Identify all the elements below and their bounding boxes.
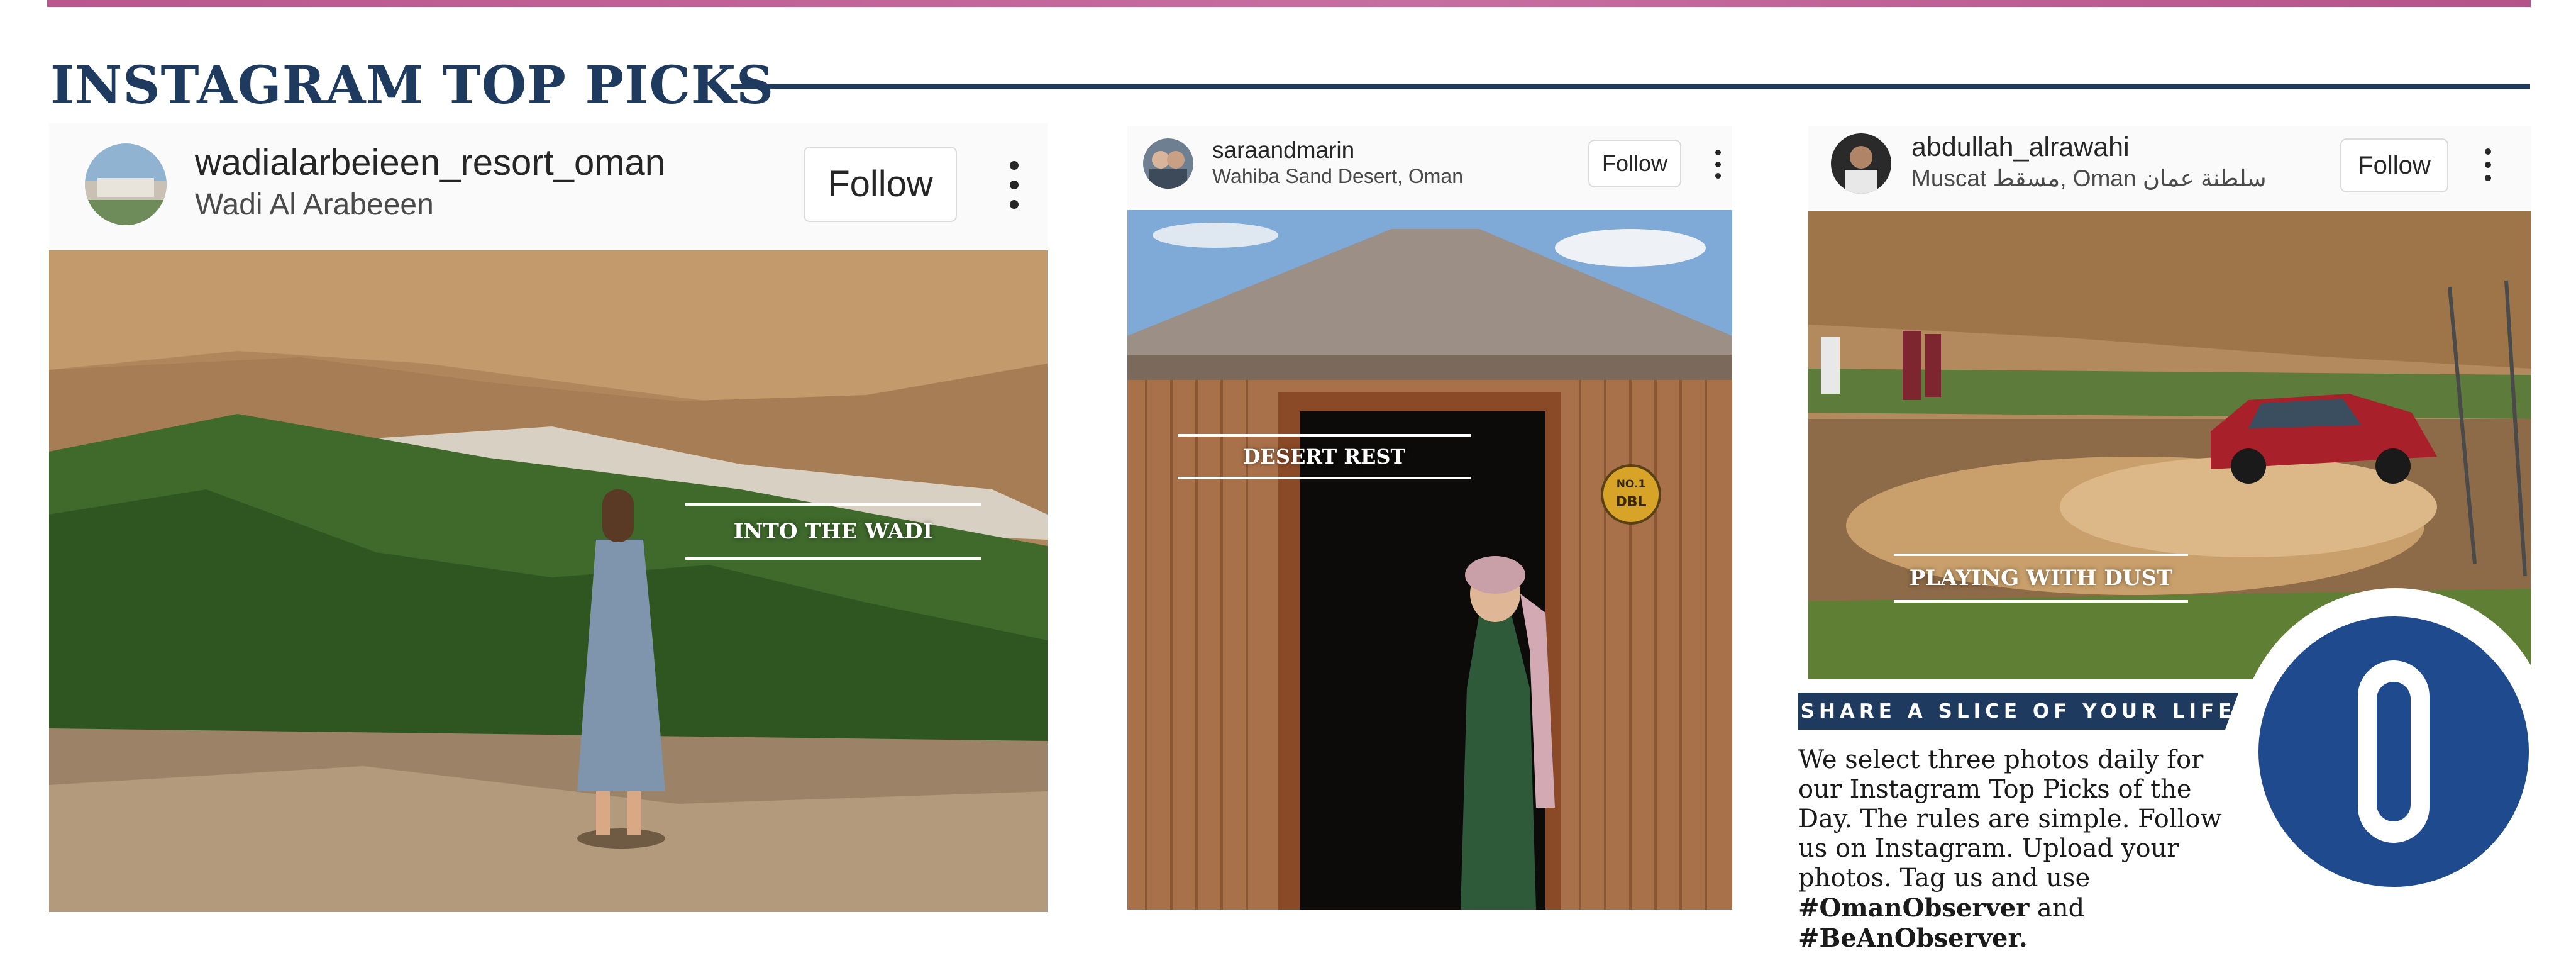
room-sign-label: DBL [1615,494,1647,510]
hashtag-connector: and [2029,894,2085,923]
post-1-follow-button[interactable]: Follow [804,147,957,222]
post-3-username[interactable]: abdullah_alrawahi [1911,132,2130,163]
more-vertical-icon[interactable] [1711,150,1724,179]
section-title-rule [731,84,2530,89]
post-1-caption: INTO THE WADI [685,503,981,560]
post-1-username[interactable]: wadialarbeieen_resort_oman [195,142,665,184]
post-1-avatar[interactable] [85,143,167,225]
profile-avatar-icon [1143,138,1193,189]
logo-letter-o-icon [2358,660,2430,843]
share-body: We select three photos daily for our Ins… [1798,745,2222,893]
post-2-caption: DESERT REST [1178,434,1471,479]
room-sign: NO.1 DBL [1601,464,1661,525]
post-2-follow-button[interactable]: Follow [1588,140,1681,187]
share-instructions: We select three photos daily for our Ins… [1798,745,2251,954]
more-vertical-icon[interactable] [1005,161,1024,209]
post-1-photo [49,250,1048,912]
post-3-location[interactable]: Muscat مسقط, Oman سلطنة عمان [1911,165,2267,192]
profile-avatar-icon [1831,133,1891,194]
hashtag-be-an-observer: #BeAnObserver. [1798,923,2028,953]
post-2-location[interactable]: Wahiba Sand Desert, Oman [1212,165,1463,188]
room-sign-number: NO.1 [1616,478,1646,491]
post-2-avatar[interactable] [1143,138,1193,189]
post-2-photo [1127,210,1732,910]
post-2-username[interactable]: saraandmarin [1212,137,1354,164]
more-vertical-icon[interactable] [2481,148,2495,181]
share-banner: SHARE A SLICE OF YOUR LIFE [1798,693,2238,730]
oman-observer-logo-icon [2258,616,2529,887]
hashtag-oman-observer: #OmanObserver [1798,893,2030,923]
section-title: INSTAGRAM TOP PICKS [50,55,775,116]
post-3-follow-button[interactable]: Follow [2340,138,2448,192]
post-1-location[interactable]: Wadi Al Arabeeen [195,187,434,222]
profile-avatar-icon [85,143,167,225]
post-3-caption: PLAYING WITH DUST [1894,554,2188,603]
post-3-avatar[interactable] [1831,133,1891,194]
top-accent-band [47,0,2531,7]
